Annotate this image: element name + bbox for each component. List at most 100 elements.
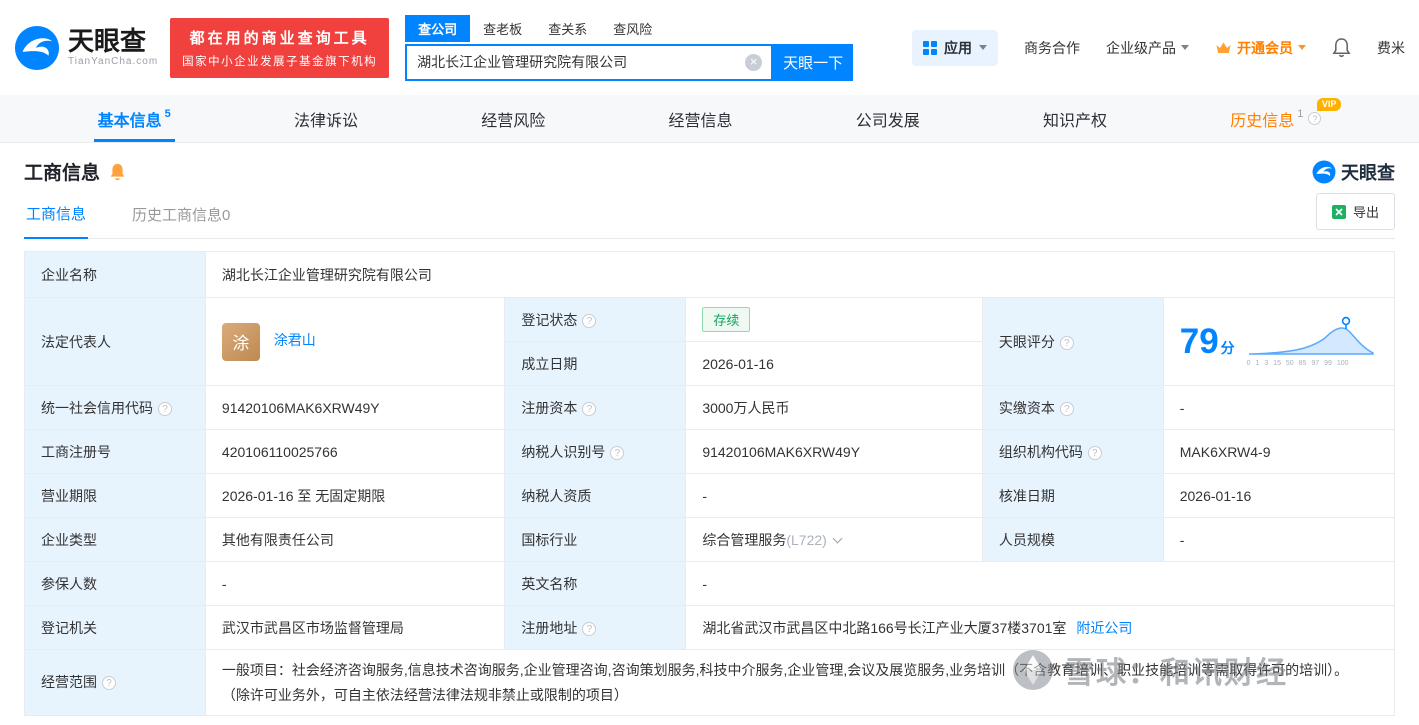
business-scope-value: 一般项目：社会经济咨询服务,信息技术咨询服务,企业管理咨询,咨询策划服务,科技中… bbox=[204, 649, 1396, 716]
table-row: 参保人数 - 英文名称 - bbox=[24, 561, 1395, 606]
search-tab-relation[interactable]: 查关系 bbox=[535, 15, 600, 42]
search-button[interactable]: 天眼一下 bbox=[773, 43, 854, 81]
reg-capital-value: 3000万人民币 bbox=[685, 385, 983, 430]
established-value: 2026-01-16 bbox=[685, 341, 983, 386]
industry-label: 国标行业 bbox=[504, 517, 687, 562]
score-label: 天眼评分? bbox=[981, 297, 1164, 386]
search-input[interactable] bbox=[407, 54, 772, 70]
subtabs: 工商信息 历史工商信息0 导出 bbox=[24, 193, 1395, 239]
business-cooperation-label: 商务合作 bbox=[1024, 39, 1080, 56]
score-value: 79 分 0 1 3 15 50 85 97 99 100 bbox=[1162, 297, 1396, 386]
chevron-down-icon bbox=[1298, 45, 1306, 50]
table-row: 工商注册号 420106110025766 纳税人识别号? 91420106MA… bbox=[24, 429, 1396, 474]
topbar: 天眼查 TianYanCha.com 都在用的商业查询工具 国家中小企业发展子基… bbox=[0, 0, 1419, 95]
brand-mark-label: 天眼查 bbox=[1341, 162, 1395, 183]
help-icon[interactable]: ? bbox=[1059, 401, 1074, 416]
enterprise-products-label: 企业级产品 bbox=[1106, 39, 1176, 56]
top-menu: 应用 商务合作 企业级产品 开通会员 费米 bbox=[912, 29, 1405, 66]
help-icon[interactable]: ? bbox=[610, 445, 625, 460]
crown-icon bbox=[1216, 42, 1231, 53]
staff-size-value: - bbox=[1162, 517, 1396, 562]
legal-rep-link[interactable]: 涂君山 bbox=[274, 332, 316, 348]
apps-button[interactable]: 应用 bbox=[912, 29, 998, 66]
chevron-down-icon bbox=[979, 45, 987, 50]
tab-company-development[interactable]: 公司发展 bbox=[852, 95, 924, 142]
tab-operation-info[interactable]: 经营信息 bbox=[664, 95, 736, 142]
score-chart: 0 1 3 15 50 85 97 99 100 bbox=[1247, 316, 1377, 367]
tab-operation-risk[interactable]: 经营风险 bbox=[477, 95, 549, 142]
score-axis-labels: 0 1 3 15 50 85 97 99 100 bbox=[1246, 360, 1349, 367]
help-icon[interactable]: ? bbox=[1308, 112, 1322, 125]
reg-authority-value: 武汉市武昌区市场监督管理局 bbox=[204, 605, 506, 650]
org-code-label: 组织机构代码? bbox=[981, 429, 1164, 474]
help-icon[interactable]: ? bbox=[582, 621, 597, 636]
legal-rep-value: 涂 涂君山 bbox=[204, 297, 506, 386]
help-icon[interactable]: ? bbox=[1087, 445, 1102, 460]
org-code-value: MAK6XRW4-9 bbox=[1162, 429, 1396, 474]
search-tab-boss[interactable]: 查老板 bbox=[470, 15, 535, 42]
paid-capital-label: 实缴资本? bbox=[981, 385, 1164, 430]
nearby-companies-link[interactable]: 附近公司 bbox=[1076, 620, 1132, 636]
english-name-label: 英文名称 bbox=[504, 561, 687, 606]
reg-address-label: 注册地址? bbox=[504, 605, 687, 650]
subtab-business-info[interactable]: 工商信息 bbox=[24, 203, 89, 239]
user-name[interactable]: 费米 bbox=[1377, 38, 1405, 58]
table-row: 登记机关 武汉市武昌区市场监督管理局 注册地址? 湖北省武汉市武昌区中北路166… bbox=[24, 605, 1395, 650]
english-name-value: - bbox=[685, 561, 1395, 606]
tab-label: 公司发展 bbox=[855, 112, 920, 130]
tianyancha-brand-mark: 天眼查 bbox=[1312, 159, 1395, 185]
tab-count-badge: 5 bbox=[164, 107, 171, 120]
vip-upgrade-link[interactable]: 开通会员 bbox=[1215, 38, 1306, 58]
business-cooperation-link[interactable]: 商务合作 bbox=[1024, 38, 1080, 58]
brand-domain: TianYanCha.com bbox=[68, 55, 159, 67]
reg-capital-label: 注册资本? bbox=[504, 385, 687, 430]
legal-rep-avatar[interactable]: 涂 bbox=[221, 322, 260, 361]
tab-intellectual-property[interactable]: 知识产权 bbox=[1039, 95, 1111, 142]
apps-grid-icon bbox=[923, 40, 937, 55]
monitor-bell-icon[interactable] bbox=[109, 162, 126, 181]
tianyancha-logo[interactable]: 天眼查 TianYanCha.com bbox=[14, 25, 158, 71]
help-icon[interactable]: ? bbox=[158, 401, 172, 416]
credit-code-value: 91420106MAK6XRW49Y bbox=[204, 385, 506, 430]
search-tab-company[interactable]: 查公司 bbox=[405, 14, 471, 42]
help-icon[interactable]: ? bbox=[1059, 335, 1074, 350]
tianyancha-logo-icon bbox=[14, 25, 60, 70]
subtab-history-business-info[interactable]: 历史工商信息0 bbox=[130, 204, 232, 238]
business-term-value: 2026-01-16 至 无固定期限 bbox=[204, 473, 506, 518]
promo-line1: 都在用的商业查询工具 bbox=[189, 29, 370, 47]
logo-text: 天眼查 TianYanCha.com bbox=[68, 28, 159, 67]
approval-date-value: 2026-01-16 bbox=[1162, 473, 1396, 518]
tab-label: 历史信息 bbox=[1230, 112, 1295, 130]
tab-label: 基本信息 bbox=[97, 112, 162, 130]
help-icon[interactable]: ? bbox=[102, 676, 116, 691]
business-scope-label: 经营范围? bbox=[24, 649, 206, 716]
export-button[interactable]: 导出 bbox=[1315, 193, 1395, 230]
help-icon[interactable]: ? bbox=[582, 401, 597, 416]
table-row: 企业名称 湖北长江企业管理研究院有限公司 bbox=[24, 251, 1396, 298]
reg-number-value: 420106110025766 bbox=[204, 429, 506, 474]
chevron-down-icon[interactable] bbox=[832, 533, 843, 543]
export-label: 导出 bbox=[1352, 205, 1379, 220]
insured-count-value: - bbox=[204, 561, 506, 606]
approval-date-label: 核准日期 bbox=[981, 473, 1164, 518]
table-row: 营业期限 2026-01-16 至 无固定期限 纳税人资质 - 核准日期 202… bbox=[24, 473, 1396, 518]
main-nav: 基本信息 5 法律诉讼 经营风险 经营信息 公司发展 知识产权 VIP 历史信息 1… bbox=[0, 95, 1419, 143]
tab-basic-info[interactable]: 基本信息 5 bbox=[94, 95, 175, 142]
tab-history-info[interactable]: VIP 历史信息 1 ? bbox=[1226, 95, 1342, 142]
section-header: 工商信息 天眼查 bbox=[24, 158, 1395, 185]
enterprise-products-link[interactable]: 企业级产品 bbox=[1106, 38, 1189, 58]
status-badge: 存续 bbox=[702, 307, 751, 332]
search-tab-risk[interactable]: 查风险 bbox=[600, 15, 665, 42]
help-icon[interactable]: ? bbox=[582, 313, 597, 328]
business-term-label: 营业期限 bbox=[24, 473, 206, 518]
tianyancha-logo-icon bbox=[1312, 160, 1336, 183]
score-number[interactable]: 79 分 bbox=[1180, 322, 1235, 362]
tab-legal-litigation[interactable]: 法律诉讼 bbox=[290, 95, 362, 142]
industry-value: 综合管理服务(L722) bbox=[685, 517, 983, 562]
reg-address-value: 湖北省武汉市武昌区中北路166号长江产业大厦37楼3701室 附近公司 bbox=[685, 605, 1395, 650]
notification-bell-icon[interactable] bbox=[1332, 37, 1351, 58]
clear-icon[interactable]: × bbox=[745, 53, 763, 71]
tab-label: 知识产权 bbox=[1042, 112, 1107, 130]
taxpayer-id-label: 纳税人识别号? bbox=[504, 429, 687, 474]
section-title: 工商信息 bbox=[24, 163, 101, 184]
